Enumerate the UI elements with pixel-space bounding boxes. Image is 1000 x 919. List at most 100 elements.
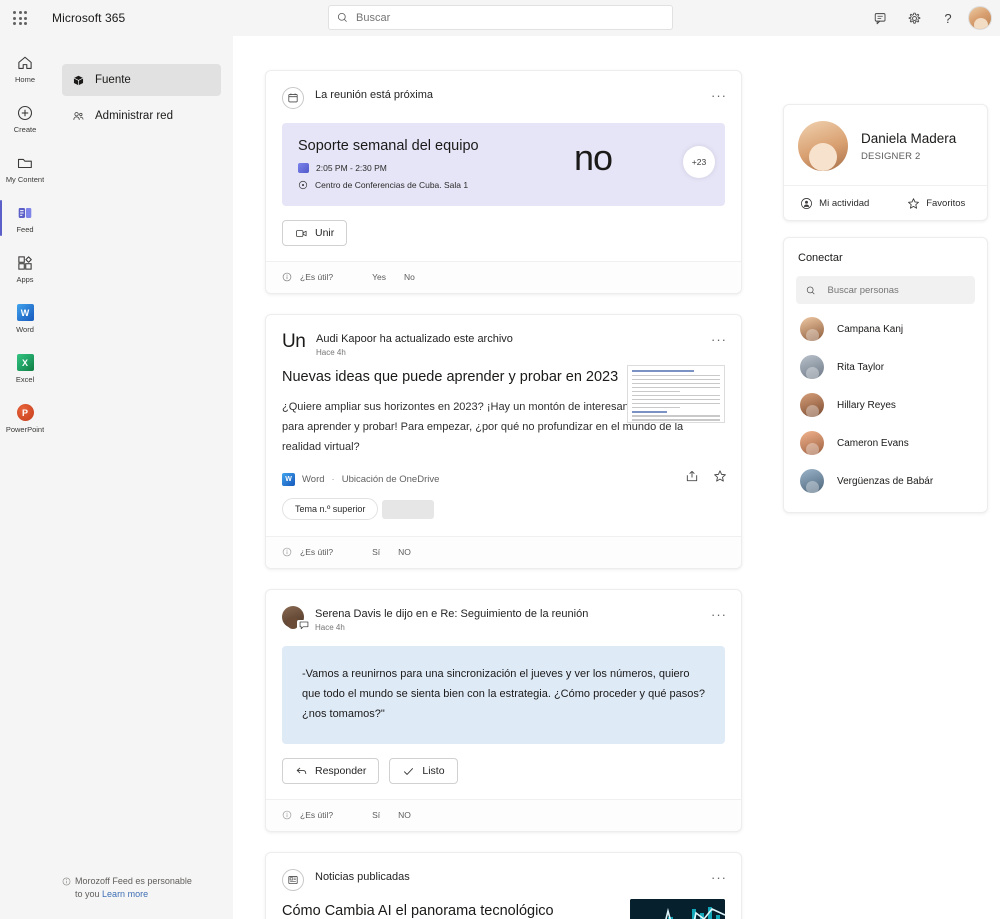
- avatar[interactable]: [798, 121, 848, 171]
- card-header-title: Serena Davis le dijo en e Re: Seguimient…: [315, 608, 589, 620]
- sidebar-item-fuente[interactable]: Fuente: [62, 64, 221, 96]
- list-item[interactable]: Rita Taylor: [784, 348, 987, 386]
- more-options-icon[interactable]: ···: [709, 85, 729, 105]
- sidebar-item-label: Excel: [15, 374, 35, 384]
- reply-button[interactable]: Responder: [282, 758, 380, 784]
- sidebar-item-label: Home: [14, 74, 35, 84]
- waffle-icon: [13, 11, 27, 25]
- star-icon[interactable]: [713, 469, 727, 488]
- avatar: [800, 469, 824, 493]
- connect-panel: Conectar Campana Kanj Rita Taylor: [783, 237, 988, 513]
- more-options-icon[interactable]: ···: [709, 867, 729, 887]
- file-location: Ubicación de OneDrive: [341, 474, 440, 485]
- more-options-icon[interactable]: ···: [709, 604, 729, 624]
- app-launcher-button[interactable]: [0, 0, 40, 36]
- file-app-name: Word: [302, 474, 325, 485]
- avatar: Un: [282, 331, 306, 352]
- learn-more-link[interactable]: Learn more: [102, 889, 148, 899]
- apps-grid-icon: [15, 253, 35, 273]
- help-icon[interactable]: ?: [934, 4, 962, 32]
- attendee-overflow-badge[interactable]: +23: [683, 146, 715, 178]
- feedback-no-button[interactable]: No: [399, 270, 420, 284]
- info-icon: [282, 810, 292, 820]
- more-options-icon[interactable]: ···: [709, 329, 729, 349]
- feedback-row: ¿Es útil? Sí NO: [266, 536, 741, 568]
- separator: ·: [331, 474, 335, 485]
- card-header-title: Noticias publicadas: [315, 871, 410, 883]
- profile-name: Daniela Madera: [861, 131, 957, 146]
- feedback-icon[interactable]: [866, 4, 894, 32]
- feedback-no-button[interactable]: NO: [393, 808, 416, 822]
- card-body: Cómo Cambia AI el panorama tecnológico ¿…: [266, 891, 741, 919]
- document-preview-thumbnail[interactable]: [627, 365, 725, 423]
- sidebar-item-word[interactable]: W Word: [0, 294, 50, 342]
- search-icon: [337, 12, 347, 22]
- excel-icon: X: [15, 353, 35, 373]
- sidebar-item-label: Feed: [16, 224, 34, 234]
- sidebar-item-powerpoint[interactable]: P PowerPoint: [0, 394, 50, 442]
- word-icon: W: [15, 303, 35, 323]
- people-icon: [73, 111, 84, 120]
- sidebar-item-administrar-red[interactable]: Administrar red: [62, 100, 221, 132]
- card-header-texts: Audi Kapoor ha actualizado este archivo …: [316, 331, 513, 357]
- file-meta-row: W Word · Ubicación de OneDrive: [266, 457, 741, 486]
- file-actions: [685, 469, 727, 488]
- meeting-banner[interactable]: Soporte semanal del equipo 2:05 PM - 2:3…: [282, 123, 725, 206]
- meeting-location: Centro de Conferencias de Cuba. Sala 1: [315, 180, 469, 190]
- feedback-question: ¿Es útil?: [300, 272, 334, 282]
- sidebar-item-create[interactable]: Create: [0, 94, 50, 142]
- my-activity-button[interactable]: Mi actividad: [784, 186, 886, 220]
- profile-role: DESIGNER 2: [861, 151, 921, 162]
- create-plus-icon: [15, 103, 35, 123]
- quoted-message: -Vamos a reunirnos para una sincronizaci…: [282, 646, 725, 744]
- info-icon: [62, 877, 71, 886]
- sidebar-item-my-content[interactable]: My Content: [0, 144, 50, 192]
- feedback-no-button[interactable]: NO: [393, 545, 416, 559]
- feed-personalization-note: Morozoff Feed es personable to you Learn…: [62, 875, 223, 901]
- my-activity-label: Mi actividad: [819, 197, 870, 209]
- profile-actions: Mi actividad Favoritos: [784, 185, 987, 220]
- feedback-yes-button[interactable]: Yes: [367, 270, 391, 284]
- timestamp: Hace 4h: [316, 348, 346, 357]
- reply-button-label: Responder: [315, 765, 367, 777]
- avatar: [800, 317, 824, 341]
- search-input[interactable]: [356, 11, 664, 24]
- word-icon: W: [282, 473, 295, 486]
- feed-main: La reunión está próxima ··· Soporte sema…: [233, 36, 1000, 919]
- people-search[interactable]: [796, 276, 975, 304]
- avatar: [800, 393, 824, 417]
- card-header-texts: La reunión está próxima: [315, 87, 433, 102]
- people-search-input[interactable]: [827, 284, 965, 296]
- news-icon: [282, 869, 304, 891]
- sidebar-item-excel[interactable]: X Excel: [0, 344, 50, 392]
- list-item[interactable]: Hillary Reyes: [784, 386, 987, 424]
- sidebar-item-home[interactable]: Home: [0, 44, 50, 92]
- card-header-texts: Noticias publicadas: [315, 869, 410, 884]
- list-item[interactable]: Vergüenzas de Babár: [784, 462, 987, 500]
- card-header-title: La reunión está próxima: [315, 89, 434, 101]
- avatar[interactable]: [282, 606, 310, 631]
- tech-chart-thumbnail[interactable]: [630, 899, 725, 919]
- gear-icon[interactable]: [900, 4, 928, 32]
- feedback-yes-button[interactable]: Sí: [367, 545, 385, 559]
- share-icon[interactable]: [685, 469, 699, 488]
- folder-icon: [15, 153, 35, 173]
- list-item[interactable]: Cameron Evans: [784, 424, 987, 462]
- favorites-button[interactable]: Favoritos: [886, 186, 988, 220]
- feed-icon: [15, 203, 35, 223]
- info-icon: [282, 272, 292, 282]
- avatar[interactable]: [968, 6, 992, 30]
- list-item[interactable]: Campana Kanj: [784, 310, 987, 348]
- reply-arrow-icon: [296, 767, 307, 774]
- meeting-time-row: 2:05 PM - 2:30 PM: [298, 163, 709, 173]
- sidebar-item-feed[interactable]: Feed: [0, 194, 50, 242]
- topic-chip[interactable]: Tema n.º superior: [282, 498, 379, 520]
- feedback-yes-button[interactable]: Sí: [367, 808, 385, 822]
- feedback-question: ¿Es útil?: [300, 547, 334, 557]
- sidebar-item-label: Fuente: [95, 74, 131, 86]
- sidebar-item-apps[interactable]: Apps: [0, 244, 50, 292]
- global-search[interactable]: [328, 5, 673, 30]
- done-button[interactable]: Listo: [389, 758, 458, 784]
- join-button[interactable]: Unir: [282, 220, 348, 246]
- brand-title: Microsoft 365: [52, 11, 126, 25]
